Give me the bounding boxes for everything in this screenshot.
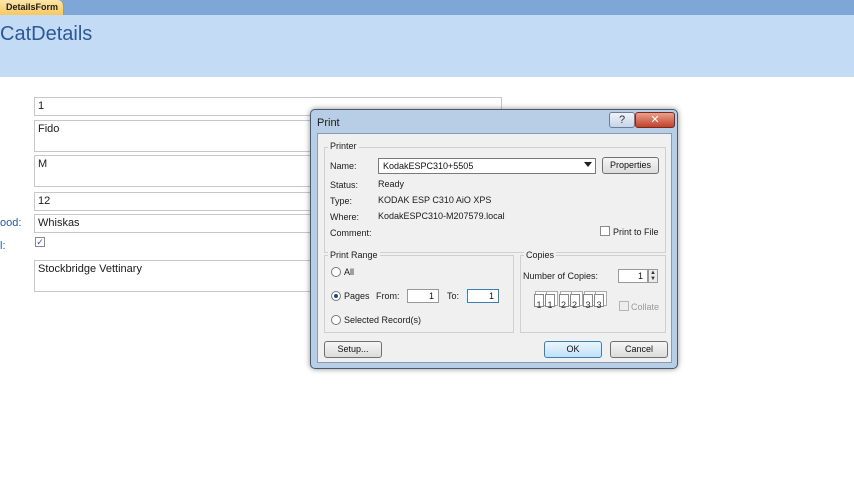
radio-all-label: All — [344, 267, 355, 277]
name-label: Name: — [330, 161, 357, 171]
printer-select[interactable]: KodakESPC310+5505 — [378, 158, 596, 174]
food-label: ood: — [0, 217, 22, 229]
cancel-button[interactable]: Cancel — [610, 341, 668, 358]
print-dialog: Print ? ✕ Printer Name: KodakESPC310+550… — [310, 109, 678, 369]
from-label: From: — [376, 291, 400, 301]
food-field[interactable]: Whiskas — [34, 214, 314, 233]
number-of-copies-label: Number of Copies: — [523, 271, 599, 281]
print-range-label: Print Range — [328, 250, 380, 260]
age-field[interactable]: 12 — [34, 192, 314, 211]
printer-group-label: Printer — [328, 141, 359, 151]
collate-label: Collate — [631, 302, 660, 312]
collate-checkbox[interactable] — [619, 301, 629, 311]
radio-selected-records-label: Selected Record(s) — [344, 315, 422, 325]
vet-field[interactable]: Stockbridge Vettinary — [34, 260, 314, 292]
copies-label: Copies — [524, 250, 557, 260]
where-value: KodakESPC310-M207579.local — [378, 211, 505, 221]
form-title: CatDetails — [0, 23, 93, 45]
chevron-down-icon — [584, 162, 592, 167]
form-header: CatDetails — [0, 15, 854, 77]
document-tab-strip: DetailsForm — [0, 0, 854, 15]
copies-spinner[interactable]: ▲ ▼ — [648, 269, 658, 283]
close-button[interactable]: ✕ — [635, 112, 675, 128]
checkbox-label: l: — [0, 240, 6, 252]
properties-button[interactable]: Properties — [602, 157, 659, 174]
status-label: Status: — [330, 180, 359, 190]
sex-field[interactable]: M — [34, 155, 314, 187]
radio-pages[interactable] — [331, 291, 341, 301]
type-label: Type: — [330, 196, 353, 206]
help-button[interactable]: ? — [609, 112, 635, 128]
radio-all[interactable] — [331, 267, 341, 277]
to-label: To: — [447, 291, 460, 301]
from-input[interactable]: 1 — [407, 289, 439, 303]
print-to-file-label: Print to File — [613, 227, 659, 237]
dialog-title: Print — [317, 117, 340, 129]
name-field[interactable]: Fido — [34, 120, 314, 152]
to-input[interactable]: 1 — [467, 289, 499, 303]
collate-pages-icon: 11 22 33 — [534, 294, 605, 310]
printer-select-value: KodakESPC310+5505 — [383, 161, 474, 171]
tab-details-form[interactable]: DetailsForm — [0, 0, 64, 15]
status-value: Ready — [378, 179, 405, 189]
comment-label: Comment: — [330, 228, 372, 238]
setup-button[interactable]: Setup... — [324, 341, 382, 358]
radio-pages-label: Pages — [344, 291, 370, 301]
print-to-file-checkbox[interactable] — [600, 226, 610, 236]
type-value: KODAK ESP C310 AiO XPS — [378, 195, 492, 205]
dialog-body: Printer Name: KodakESPC310+5505 Properti… — [317, 133, 672, 363]
ok-button[interactable]: OK — [544, 341, 602, 358]
radio-selected-records[interactable] — [331, 315, 341, 325]
copies-input[interactable]: 1 — [618, 269, 648, 283]
where-label: Where: — [330, 212, 360, 222]
form-checkbox[interactable]: ✓ — [35, 237, 45, 247]
